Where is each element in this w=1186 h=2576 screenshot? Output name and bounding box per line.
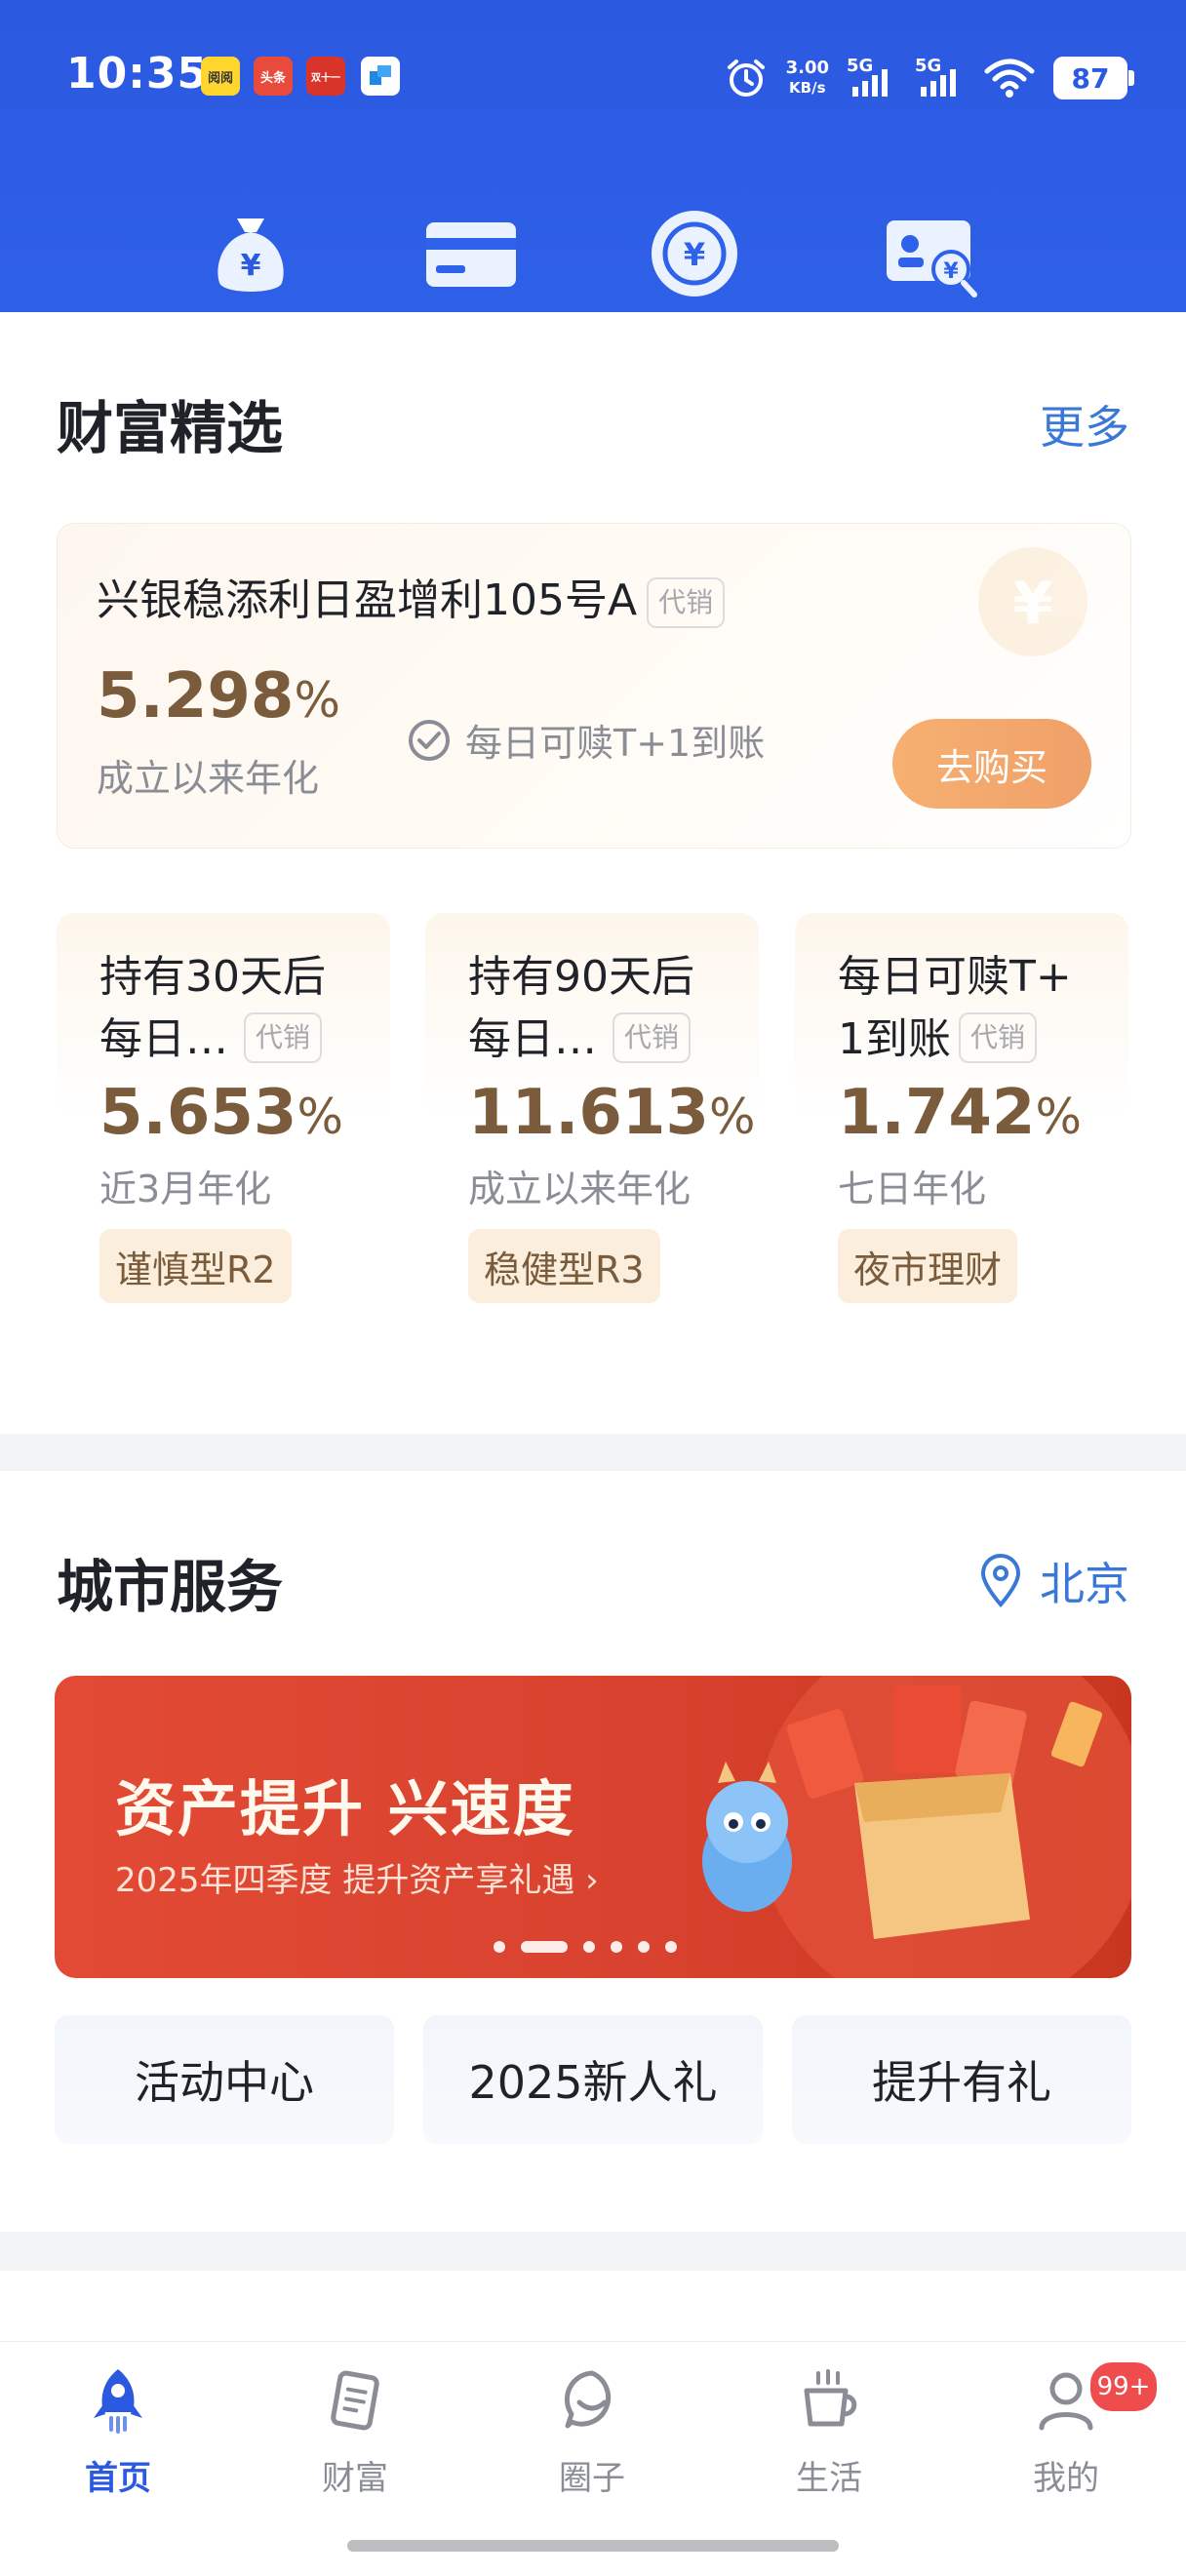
agent-sale-tag: 代销 <box>244 1012 323 1063</box>
product-name: 兴银稳添利日盈增利105号A 代销 <box>97 565 726 628</box>
signal-icon: 5G <box>915 56 966 100</box>
section-title: 财富精选 <box>57 395 284 461</box>
check-circle-icon <box>409 719 450 761</box>
activity-center-button[interactable]: 活动中心 <box>55 2015 394 2144</box>
nav-label: 生活 <box>796 2459 862 2498</box>
wifi-icon <box>984 59 1035 98</box>
battery-indicator: 87 <box>1053 57 1134 99</box>
carousel-dot[interactable] <box>638 1941 650 1953</box>
id-card-search-icon[interactable]: ¥ <box>878 200 985 307</box>
rocket-icon <box>94 2369 142 2434</box>
nav-item-life[interactable]: 生活 <box>751 2365 907 2502</box>
location-selector[interactable]: 北京 <box>979 1549 1129 1613</box>
signal-icon: 5G <box>847 56 897 100</box>
banner-title: 资产提升 兴速度 <box>115 1773 575 1844</box>
product-card[interactable]: 每日可赎T+ 1到账 代销 1.742% 七日年化 夜市理财 <box>795 913 1128 1303</box>
gift-box-illustration <box>702 1676 1131 1978</box>
exchange-icon[interactable]: ¥ <box>641 200 748 307</box>
annual-rate: 11.613% <box>468 1077 756 1149</box>
carousel-dot[interactable] <box>665 1941 677 1953</box>
agent-sale-tag: 代销 <box>959 1012 1038 1063</box>
product-card[interactable]: 持有30天后 每日… 代销 5.653% 近3月年化 谨慎型R2 <box>57 913 390 1303</box>
svg-text:¥: ¥ <box>684 236 705 273</box>
notification-app-icon: 头条 <box>254 57 293 96</box>
carousel-indicator <box>494 1941 677 1953</box>
redeem-note: 每日可赎T+1到账 <box>407 713 765 767</box>
promo-banner[interactable]: 资产提升 兴速度 2025年四季度 提升资产享礼遇 › <box>55 1676 1131 1978</box>
home-indicator[interactable] <box>347 2540 839 2552</box>
status-right: 3.00 KB/s 5G 5G 87 <box>724 49 1134 107</box>
carousel-dot-active[interactable] <box>521 1941 568 1953</box>
location-pin-icon <box>980 1554 1021 1607</box>
rate-label: 成立以来年化 <box>97 757 320 800</box>
quick-actions: ¥ ¥ ¥ <box>0 200 1186 317</box>
product-card[interactable]: 持有90天后 每日… 代销 11.613% 成立以来年化 稳健型R3 <box>425 913 759 1303</box>
more-link[interactable]: 更多 <box>1040 392 1129 456</box>
nav-item-home[interactable]: 首页 <box>40 2365 196 2502</box>
annual-rate: 5.298% <box>97 660 340 733</box>
buy-button[interactable]: 去购买 <box>892 719 1091 809</box>
card-icon[interactable] <box>417 200 525 307</box>
money-bag-icon[interactable]: ¥ <box>197 200 304 307</box>
net-speed: 3.00 KB/s <box>785 58 829 98</box>
upgrade-gift-button[interactable]: 提升有礼 <box>792 2015 1131 2144</box>
risk-level-tag: 谨慎型R2 <box>99 1229 292 1303</box>
wealth-icon <box>331 2370 379 2431</box>
nav-label: 财富 <box>322 2459 388 2498</box>
nav-label: 我的 <box>1033 2459 1099 2498</box>
nav-label: 圈子 <box>559 2459 625 2498</box>
nav-item-mine[interactable]: 99+ 我的 <box>988 2359 1160 2502</box>
notification-app-icon: 阅阅 <box>201 57 240 96</box>
product-name: 每日可赎T+ 1到账 代销 <box>838 952 1072 1064</box>
notification-app-icon <box>361 57 400 96</box>
coin-decoration-icon: ¥ <box>978 547 1087 656</box>
product-name: 持有30天后 每日… 代销 <box>99 952 326 1064</box>
banner-subtitle: 2025年四季度 提升资产享礼遇 › <box>115 1861 599 1900</box>
svg-text:¥: ¥ <box>1012 570 1053 638</box>
carousel-dot[interactable] <box>611 1941 622 1953</box>
notification-app-icon: 双十一 <box>306 57 345 96</box>
chat-face-icon <box>564 2370 612 2429</box>
carousel-dot[interactable] <box>494 1941 505 1953</box>
rate-label: 成立以来年化 <box>468 1168 692 1210</box>
coffee-cup-icon <box>804 2369 857 2427</box>
next-section-peek <box>0 2271 1186 2349</box>
svg-text:¥: ¥ <box>943 259 959 284</box>
product-name: 持有90天后 每日… 代销 <box>468 952 694 1064</box>
wealth-section: 财富精选 更多 ¥ 兴银稳添利日盈增利105号A 代销 5.298% 成立以来年化… <box>0 312 1186 1434</box>
city-services-section: 城市服务 北京 资产提升 兴速度 2025年四季度 提升资产享礼遇 › 活动中心… <box>0 1471 1186 2232</box>
risk-level-tag: 夜市理财 <box>838 1229 1018 1303</box>
annual-rate: 5.653% <box>99 1077 343 1149</box>
agent-sale-tag: 代销 <box>647 577 726 628</box>
newcomer-gift-button[interactable]: 2025新人礼 <box>423 2015 763 2144</box>
nav-item-circle[interactable]: 圈子 <box>514 2365 670 2502</box>
nav-item-wealth[interactable]: 财富 <box>277 2365 433 2502</box>
annual-rate: 1.742% <box>838 1077 1082 1149</box>
carousel-dot[interactable] <box>583 1941 595 1953</box>
status-bar: 10:35 阅阅 头条 双十一 3.00 KB/s 5G 5G 87 <box>0 0 1186 146</box>
alarm-icon <box>727 59 765 97</box>
featured-product-card[interactable]: ¥ 兴银稳添利日盈增利105号A 代销 5.298% 成立以来年化 每日可赎T+1… <box>57 523 1131 849</box>
notification-badge: 99+ <box>1087 2359 1160 2414</box>
risk-level-tag: 稳健型R3 <box>468 1229 660 1303</box>
svg-text:¥: ¥ <box>241 249 261 283</box>
clock: 10:35 <box>66 49 209 99</box>
section-title: 城市服务 <box>57 1554 284 1620</box>
rate-label: 近3月年化 <box>99 1168 272 1210</box>
nav-label: 首页 <box>85 2459 151 2498</box>
rate-label: 七日年化 <box>838 1168 987 1210</box>
agent-sale-tag: 代销 <box>613 1012 692 1063</box>
